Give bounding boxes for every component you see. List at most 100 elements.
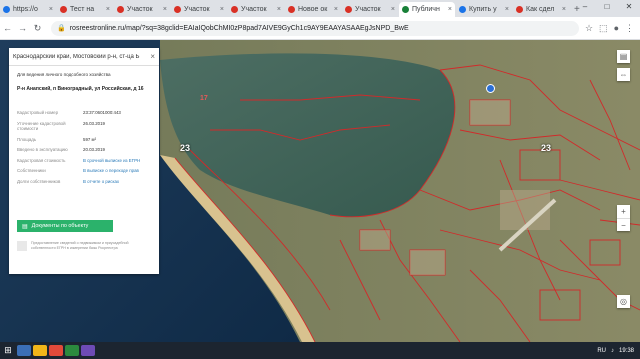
extension-icon[interactable]: ⬚: [599, 23, 608, 34]
favicon-icon: [174, 6, 181, 13]
file-explorer-icon[interactable]: [17, 345, 31, 356]
profile-icon[interactable]: ●: [614, 23, 619, 34]
browser-tab[interactable]: https://o ×: [0, 2, 56, 17]
close-tab-icon[interactable]: ×: [505, 6, 509, 13]
property-link[interactable]: В выписке о переходе прав: [83, 168, 157, 174]
close-tab-icon[interactable]: ×: [106, 6, 110, 13]
favicon-icon: [231, 6, 238, 13]
browser-tab[interactable]: Участок ×: [228, 2, 284, 17]
address-search[interactable]: Краснодарский край, Мостовский р-н, ст-ц…: [9, 48, 159, 66]
zoom-out-icon[interactable]: −: [617, 218, 630, 232]
app-icon[interactable]: [65, 345, 79, 356]
tab-label: Участок: [241, 6, 267, 13]
property-key: Площадь: [17, 136, 37, 142]
tab-label: https://o: [13, 6, 38, 13]
close-tab-icon[interactable]: ×: [163, 6, 167, 13]
ruler-icon[interactable]: ⇔: [617, 68, 630, 81]
property-row: Уточнение кадастровой стоимости 26.03.201…: [17, 121, 157, 132]
menu-icon[interactable]: ⋮: [625, 23, 634, 34]
browser-tab[interactable]: Новое ок ×: [285, 2, 341, 17]
browser-tab[interactable]: Публичн ×: [399, 2, 455, 17]
tab-list: https://o × Тест на × Участок × Участок × Участо…: [0, 0, 570, 17]
clock[interactable]: 19:38: [619, 348, 634, 354]
location-pin-icon[interactable]: [486, 84, 495, 93]
property-row: Кадастровая стоимость В срочной выписке и…: [17, 158, 157, 164]
system-tray: RU ♪ 19:38: [597, 348, 640, 354]
folder-icon[interactable]: [33, 345, 47, 356]
property-key: Введено в эксплуатацию: [17, 147, 68, 152]
object-info-panel: Краснодарский край, Мостовский р-н, ст-ц…: [9, 48, 159, 274]
forward-icon[interactable]: →: [15, 23, 30, 33]
search-input[interactable]: Краснодарский край, Мостовский р-н, ст-ц…: [13, 54, 148, 60]
document-icon: ▤: [22, 223, 28, 230]
browser-tab[interactable]: Как сдел ×: [513, 2, 569, 17]
maximize-icon[interactable]: □: [596, 0, 618, 14]
browser-tab[interactable]: Участок ×: [171, 2, 227, 17]
zoom-controls: + −: [617, 205, 630, 231]
windows-taskbar: ⊞ RU ♪ 19:38: [0, 342, 640, 359]
browser-tab[interactable]: Участок ×: [114, 2, 170, 17]
tab-label: Как сдел: [526, 6, 555, 13]
property-value: 23:37:0601000:443: [83, 110, 121, 115]
footer-text: Предоставление сведений о недвижимом и п…: [31, 241, 129, 250]
lock-icon: 🔒: [57, 25, 66, 32]
region-label: 23: [180, 143, 191, 153]
favicon-icon: [288, 6, 295, 13]
browser-tab[interactable]: Тест на ×: [57, 2, 113, 17]
property-row: Площадь 597 м²: [17, 137, 157, 143]
favicon-icon: [345, 6, 352, 13]
tab-label: Купить у: [469, 6, 497, 13]
language-icon[interactable]: RU: [597, 348, 606, 354]
chrome-icon[interactable]: [49, 345, 63, 356]
close-tab-icon[interactable]: ×: [49, 6, 53, 13]
property-row: Кадастровый номер 23:37:0601000:443: [17, 110, 157, 116]
close-tab-icon[interactable]: ×: [562, 6, 566, 13]
close-tab-icon[interactable]: ×: [277, 6, 281, 13]
layers-icon[interactable]: ▤: [617, 50, 630, 63]
minimize-icon[interactable]: –: [574, 0, 596, 14]
favicon-icon: [516, 6, 523, 13]
property-value: 597 м²: [83, 136, 97, 142]
clear-search-icon[interactable]: ×: [150, 52, 155, 61]
close-tab-icon[interactable]: ×: [391, 6, 395, 13]
tab-label: Участок: [184, 6, 210, 13]
property-row: Собственники В выписке о переходе прав: [17, 168, 157, 174]
back-icon[interactable]: ←: [0, 23, 15, 33]
favicon-icon: [3, 6, 10, 13]
favicon-icon: [459, 6, 466, 13]
reload-icon[interactable]: ↻: [30, 23, 45, 34]
land-use-description: Для ведения личного подсобного хозяйства: [17, 72, 111, 77]
tab-label: Участок: [355, 6, 381, 13]
property-key: Собственники: [17, 168, 46, 173]
registry-logo-icon: [17, 241, 27, 251]
zoom-in-icon[interactable]: +: [617, 205, 630, 218]
object-properties: Кадастровый номер 23:37:0601000:443 Уточне…: [17, 110, 157, 189]
property-key: Долги собственников: [17, 178, 61, 184]
property-key: Уточнение кадастровой стоимости: [17, 120, 66, 132]
property-link[interactable]: В отчете о рисках: [83, 179, 157, 185]
property-key: Кадастровая стоимость: [17, 157, 66, 163]
docs-button-label: Документы по объекту: [31, 223, 89, 229]
star-icon[interactable]: ☆: [585, 23, 593, 34]
tab-label: Тест на: [70, 6, 95, 13]
favicon-icon: [117, 6, 124, 13]
property-link[interactable]: В срочной выписке из ЕГРН: [83, 158, 157, 164]
object-documents-button[interactable]: ▤ Документы по объекту: [17, 220, 113, 232]
address-bar[interactable]: 🔒 rosreestronline.ru/map/?sq=38gclid=EAI…: [51, 20, 579, 36]
window-controls: – □ ✕: [574, 0, 640, 14]
property-key: Кадастровый номер: [17, 110, 59, 115]
close-window-icon[interactable]: ✕: [618, 0, 640, 14]
app-icon[interactable]: [81, 345, 95, 356]
close-tab-icon[interactable]: ×: [220, 6, 224, 13]
locate-icon[interactable]: ◎: [617, 295, 630, 308]
tab-label: Публичн: [412, 6, 440, 13]
close-tab-icon[interactable]: ×: [448, 6, 452, 13]
favicon-icon: [60, 6, 67, 13]
browser-tab[interactable]: Участок ×: [342, 2, 398, 17]
panel-footer: Предоставление сведений о недвижимом и п…: [17, 241, 153, 251]
close-tab-icon[interactable]: ×: [334, 6, 338, 13]
start-icon[interactable]: ⊞: [0, 345, 16, 356]
browser-tab[interactable]: Купить у ×: [456, 2, 512, 17]
volume-icon[interactable]: ♪: [611, 348, 614, 354]
property-row: Долги собственников В отчете о рисках: [17, 179, 157, 185]
